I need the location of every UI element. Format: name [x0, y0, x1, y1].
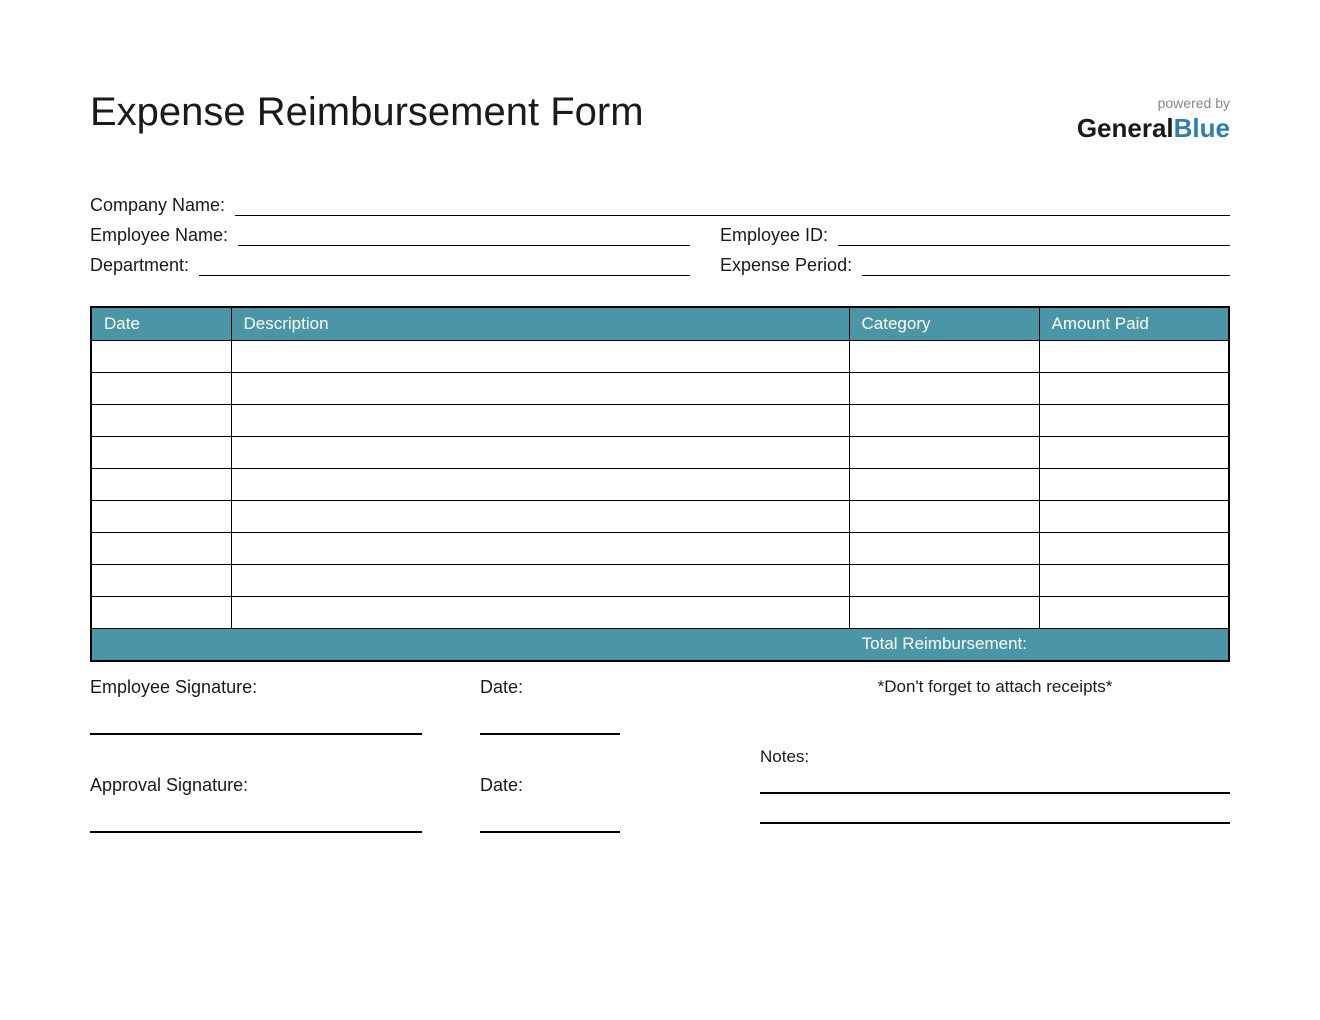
company-name-field[interactable]: [235, 194, 1230, 216]
table-cell[interactable]: [1039, 405, 1229, 437]
table-cell[interactable]: [1039, 501, 1229, 533]
department-label: Department:: [90, 255, 199, 276]
table-cell[interactable]: [231, 373, 849, 405]
logo-text: GeneralBlue: [1077, 113, 1230, 144]
table-cell[interactable]: [1039, 469, 1229, 501]
employee-signature-label: Employee Signature:: [90, 677, 480, 698]
signature-section: Employee Signature: Approval Signature: …: [90, 677, 1230, 873]
approval-date-line[interactable]: [480, 831, 620, 833]
employee-row: Employee Name: Employee ID:: [90, 224, 1230, 246]
table-cell[interactable]: [231, 597, 849, 629]
table-cell[interactable]: [1039, 373, 1229, 405]
table-cell[interactable]: [1039, 565, 1229, 597]
table-cell[interactable]: [231, 565, 849, 597]
table-cell[interactable]: [91, 469, 231, 501]
col-header-category: Category: [849, 307, 1039, 341]
table-cell[interactable]: [91, 437, 231, 469]
notes-line-1[interactable]: [760, 792, 1230, 794]
notes-label: Notes:: [760, 747, 1230, 767]
table-cell[interactable]: [91, 405, 231, 437]
table-cell[interactable]: [849, 597, 1039, 629]
employee-id-field[interactable]: [838, 224, 1230, 246]
company-name-row: Company Name:: [90, 194, 1230, 216]
col-header-amount: Amount Paid: [1039, 307, 1229, 341]
table-cell[interactable]: [1039, 597, 1229, 629]
logo-general: General: [1077, 113, 1174, 143]
table-cell[interactable]: [231, 341, 849, 373]
table-row: [91, 437, 1229, 469]
table-cell[interactable]: [849, 565, 1039, 597]
table-cell[interactable]: [1039, 341, 1229, 373]
total-label: Total Reimbursement:: [91, 629, 1039, 661]
table-cell[interactable]: [849, 437, 1039, 469]
table-cell[interactable]: [1039, 533, 1229, 565]
employee-name-label: Employee Name:: [90, 225, 238, 246]
table-cell[interactable]: [231, 405, 849, 437]
powered-by-text: powered by: [1077, 95, 1230, 111]
table-cell[interactable]: [91, 597, 231, 629]
table-row: [91, 501, 1229, 533]
receipts-reminder: *Don't forget to attach receipts*: [760, 677, 1230, 697]
table-cell[interactable]: [849, 341, 1039, 373]
table-cell[interactable]: [849, 533, 1039, 565]
employee-signature-line[interactable]: [90, 733, 422, 735]
expense-period-field[interactable]: [862, 254, 1230, 276]
table-row: [91, 533, 1229, 565]
table-cell[interactable]: [231, 469, 849, 501]
approval-signature-line[interactable]: [90, 831, 422, 833]
table-header-row: Date Description Category Amount Paid: [91, 307, 1229, 341]
table-cell[interactable]: [91, 373, 231, 405]
approval-signature-label: Approval Signature:: [90, 775, 480, 796]
table-cell[interactable]: [91, 565, 231, 597]
expense-period-label: Expense Period:: [720, 255, 862, 276]
department-row: Department: Expense Period:: [90, 254, 1230, 276]
employee-name-field[interactable]: [238, 224, 690, 246]
table-cell[interactable]: [849, 469, 1039, 501]
info-section: Company Name: Employee Name: Employee ID…: [90, 194, 1230, 276]
table-row: [91, 597, 1229, 629]
table-row: [91, 469, 1229, 501]
total-row: Total Reimbursement:: [91, 629, 1229, 661]
company-name-label: Company Name:: [90, 195, 235, 216]
table-row: [91, 405, 1229, 437]
table-cell[interactable]: [1039, 437, 1229, 469]
table-row: [91, 341, 1229, 373]
department-field[interactable]: [199, 254, 690, 276]
logo-area: powered by GeneralBlue: [1077, 90, 1230, 144]
total-amount-cell: [1039, 629, 1229, 661]
table-cell[interactable]: [91, 341, 231, 373]
employee-id-label: Employee ID:: [720, 225, 838, 246]
table-row: [91, 565, 1229, 597]
table-row: [91, 373, 1229, 405]
table-cell[interactable]: [231, 501, 849, 533]
col-header-date: Date: [91, 307, 231, 341]
page-title: Expense Reimbursement Form: [90, 90, 644, 135]
col-header-description: Description: [231, 307, 849, 341]
expense-table: Date Description Category Amount Paid To…: [90, 306, 1230, 662]
employee-date-line[interactable]: [480, 733, 620, 735]
table-cell[interactable]: [231, 437, 849, 469]
table-cell[interactable]: [849, 405, 1039, 437]
table-cell[interactable]: [231, 533, 849, 565]
logo-blue: Blue: [1174, 113, 1230, 143]
notes-line-2[interactable]: [760, 822, 1230, 824]
employee-date-label: Date:: [480, 677, 760, 698]
form-header: Expense Reimbursement Form powered by Ge…: [90, 90, 1230, 144]
table-cell[interactable]: [849, 373, 1039, 405]
table-cell[interactable]: [849, 501, 1039, 533]
table-cell[interactable]: [91, 533, 231, 565]
table-cell[interactable]: [91, 501, 231, 533]
approval-date-label: Date:: [480, 775, 760, 796]
